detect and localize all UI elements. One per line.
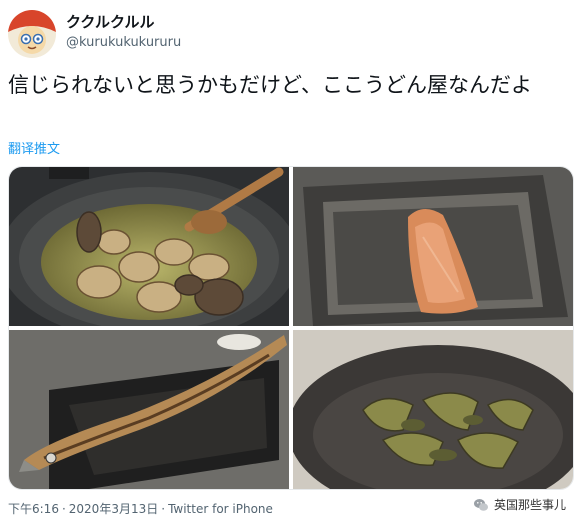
wechat-icon xyxy=(473,498,488,511)
tweet-date[interactable]: 2020年3月13日 xyxy=(69,502,158,516)
avatar-face-icon xyxy=(8,10,56,58)
user-handle[interactable]: @kurukukukururu xyxy=(66,34,181,52)
media-grid xyxy=(8,166,574,490)
clam-soup-photo[interactable] xyxy=(9,167,289,326)
display-name[interactable]: ククルクルル xyxy=(66,12,181,32)
watermark: 英国那些事儿 xyxy=(468,494,570,515)
tweet-source[interactable]: Twitter for iPhone xyxy=(168,502,273,516)
stir-fried-vegetables-photo[interactable] xyxy=(293,330,573,489)
meta-separator-2: · xyxy=(161,502,166,516)
tweet-time[interactable]: 下午6:16 xyxy=(8,502,59,516)
watermark-text: 英国那些事儿 xyxy=(493,498,566,512)
grilled-saury-photo[interactable] xyxy=(9,330,289,489)
grilled-salmon-photo[interactable] xyxy=(293,167,573,326)
meta-separator: · xyxy=(61,502,66,516)
tweet-text: 信じられないと思うかもだけど、ここうどん屋なんだよ xyxy=(8,73,532,97)
tweet-meta: 下午6:16 · 2020年3月13日 · Twitter for iPhone xyxy=(8,500,273,517)
avatar[interactable] xyxy=(8,10,56,58)
translate-tweet-link[interactable]: 翻译推文 xyxy=(8,138,60,157)
